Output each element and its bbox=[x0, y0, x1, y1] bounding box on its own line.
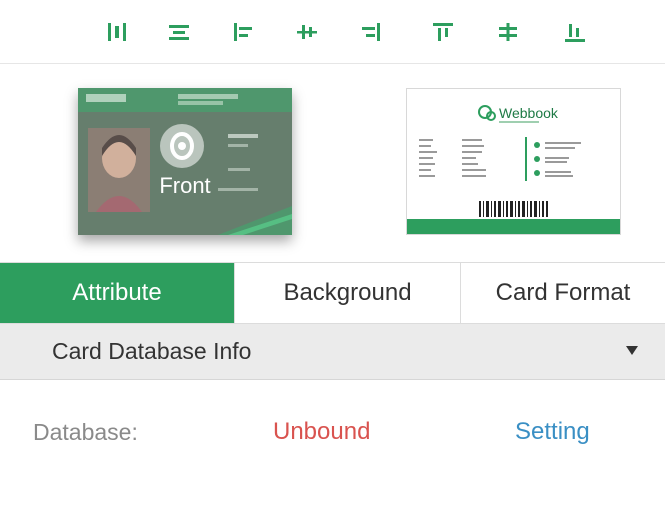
back-card-brand: Webbook bbox=[499, 105, 559, 121]
tab-background[interactable]: Background bbox=[234, 263, 460, 323]
eye-icon[interactable] bbox=[160, 124, 204, 168]
align-center-horizontal-icon[interactable] bbox=[166, 20, 192, 44]
back-card-preview[interactable]: Webbook bbox=[406, 88, 621, 235]
tab-bar: Attribute Background Card Format bbox=[0, 262, 665, 324]
database-status: Unbound bbox=[273, 418, 371, 445]
caret-down-icon bbox=[626, 346, 638, 355]
front-label: Front bbox=[159, 173, 211, 198]
align-top-icon[interactable] bbox=[430, 20, 456, 44]
distribute-horizontal-icon[interactable] bbox=[104, 20, 130, 44]
alignment-toolbar bbox=[0, 0, 665, 64]
card-database-info-header[interactable]: Card Database Info bbox=[0, 324, 665, 380]
tab-card-format[interactable]: Card Format bbox=[460, 263, 665, 323]
align-center-vertical-icon[interactable] bbox=[294, 20, 320, 44]
database-label: Database: bbox=[33, 419, 138, 445]
section-title: Card Database Info bbox=[52, 338, 252, 364]
back-card-design: Webbook bbox=[407, 89, 620, 234]
align-right-icon[interactable] bbox=[358, 20, 384, 44]
align-bottom-icon[interactable] bbox=[562, 20, 588, 44]
setting-link[interactable]: Setting bbox=[515, 418, 590, 446]
align-middle-icon[interactable] bbox=[495, 20, 521, 44]
align-left-icon[interactable] bbox=[230, 20, 256, 44]
tab-attribute[interactable]: Attribute bbox=[0, 263, 234, 323]
